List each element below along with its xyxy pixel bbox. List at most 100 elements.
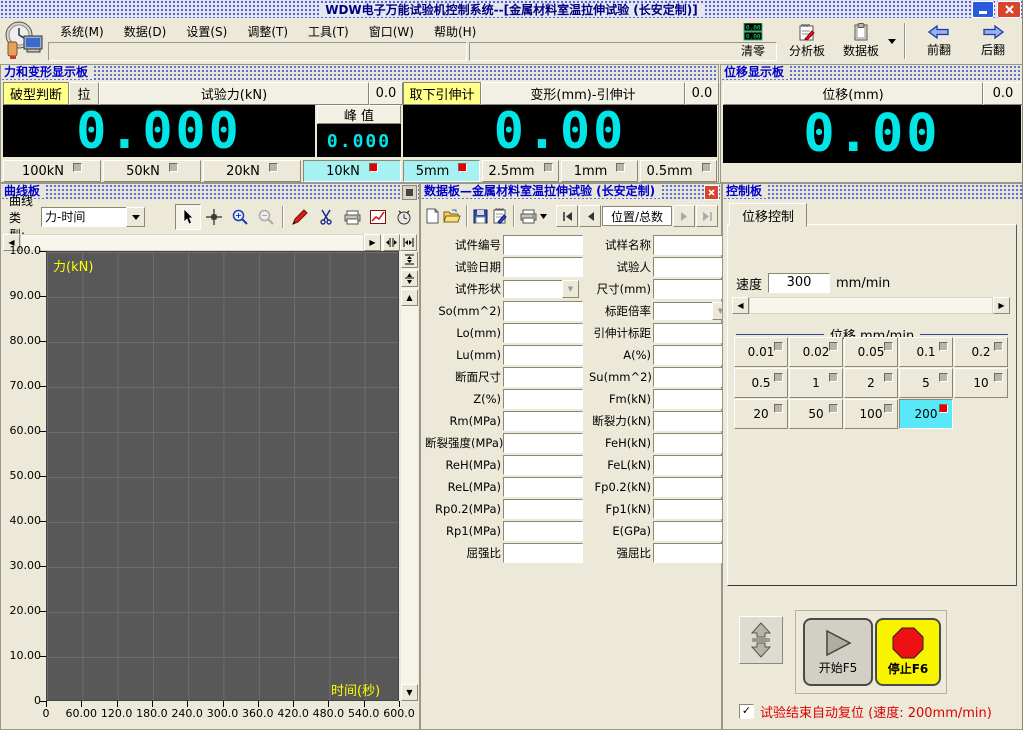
field-input-试验人[interactable] — [653, 257, 733, 277]
field-input-标距倍率-combo[interactable]: ▼ — [653, 302, 729, 320]
field-input-试样名称[interactable] — [653, 235, 733, 255]
curve-type-select[interactable]: 力-时间 — [41, 207, 145, 227]
print-button[interactable] — [520, 205, 537, 227]
speed-button-1[interactable]: 1 — [789, 368, 843, 398]
field-input-Rm(MPa)[interactable] — [503, 411, 583, 431]
speed-button-5[interactable]: 5 — [899, 368, 953, 398]
menu-item-3[interactable]: 调整(T) — [237, 21, 298, 40]
field-input-试件形状-combo[interactable]: ▼ — [503, 280, 579, 298]
page-back-button[interactable]: 前翻 — [912, 21, 966, 61]
chart-tool-button[interactable] — [365, 204, 391, 230]
menu-item-6[interactable]: 帮助(H) — [424, 21, 486, 40]
menu-item-4[interactable]: 工具(T) — [298, 21, 359, 40]
field-input-Lu(mm)[interactable] — [503, 345, 583, 365]
field-input-试验日期[interactable] — [503, 257, 583, 277]
speed-button-2[interactable]: 2 — [844, 368, 898, 398]
scroll-track[interactable] — [20, 234, 364, 251]
force-range-20kN[interactable]: 20kN — [203, 160, 301, 182]
clock-tool-button[interactable] — [391, 204, 417, 230]
expand-y-button[interactable] — [401, 270, 418, 287]
deform-range-5mm[interactable]: 5mm — [403, 160, 480, 182]
speed-button-200[interactable]: 200 — [899, 399, 953, 429]
compress-x-button[interactable] — [383, 234, 400, 251]
speed-scroll-right[interactable]: ▶ — [993, 297, 1010, 314]
zero-button[interactable]: 0.00 0.00 清零 — [726, 21, 780, 61]
field-input-Fp0.2(kN)[interactable] — [653, 477, 733, 497]
speed-button-0.05[interactable]: 0.05 — [844, 337, 898, 367]
field-input-So(mm^2)[interactable] — [503, 301, 583, 321]
save-button[interactable] — [473, 205, 490, 227]
field-input-引伸计标距[interactable] — [653, 323, 733, 343]
force-range-100kN[interactable]: 100kN — [3, 160, 101, 182]
save-notes-button[interactable] — [491, 205, 508, 227]
scroll-down-button[interactable]: ▼ — [401, 684, 418, 701]
new-record-button[interactable] — [424, 205, 441, 227]
menu-item-2[interactable]: 设置(S) — [176, 21, 237, 40]
next-record-button[interactable] — [673, 205, 695, 227]
deform-range-1mm[interactable]: 1mm — [561, 160, 638, 182]
data-panel-button[interactable]: 数据板 — [834, 21, 888, 61]
chevron-down-icon[interactable] — [126, 207, 145, 227]
first-record-button[interactable] — [556, 205, 578, 227]
field-input-断裂强度(MPa)[interactable] — [503, 433, 583, 453]
scroll-right-button[interactable]: ▶ — [364, 234, 381, 251]
field-input-屈强比[interactable] — [503, 543, 583, 563]
field-input-Rp1(MPa)[interactable] — [503, 521, 583, 541]
data-panel-dropdown[interactable] — [888, 21, 898, 61]
curve-panel-dock-button[interactable] — [402, 185, 417, 200]
field-input-尺寸(mm)[interactable] — [653, 279, 733, 299]
zoom-in-tool-button[interactable] — [227, 204, 253, 230]
scroll-up-button[interactable]: ▲ — [401, 289, 418, 306]
auto-reset-checkbox[interactable]: ✓ — [739, 704, 754, 719]
close-button[interactable] — [997, 1, 1021, 18]
menu-item-0[interactable]: 系统(M) — [50, 21, 114, 40]
scissors-tool-button[interactable] — [313, 204, 339, 230]
force-range-10kN[interactable]: 10kN — [303, 160, 401, 182]
menu-item-5[interactable]: 窗口(W) — [359, 21, 424, 40]
curve-hscrollbar[interactable]: ◀ ▶ — [3, 234, 417, 251]
field-input-强屈比[interactable] — [653, 543, 733, 563]
field-input-Su(mm^2)[interactable] — [653, 367, 733, 387]
pen-tool-button[interactable] — [287, 204, 313, 230]
field-input-E(GPa)[interactable] — [653, 521, 733, 541]
speed-button-100[interactable]: 100 — [844, 399, 898, 429]
start-button[interactable]: 开始F5 — [803, 618, 873, 686]
printer-tool-button[interactable] — [339, 204, 365, 230]
deform-range-2.5mm[interactable]: 2.5mm — [482, 160, 559, 182]
field-input-FeL(kN)[interactable] — [653, 455, 733, 475]
field-input-Rp0.2(MPa)[interactable] — [503, 499, 583, 519]
field-input-试件编号[interactable] — [503, 235, 583, 255]
force-range-50kN[interactable]: 50kN — [103, 160, 201, 182]
last-record-button[interactable] — [696, 205, 718, 227]
speed-scroll-track[interactable] — [749, 297, 993, 314]
speed-scrollbar[interactable]: ◀ ▶ — [732, 297, 1010, 314]
speed-button-0.02[interactable]: 0.02 — [789, 337, 843, 367]
speed-input[interactable]: 300 — [768, 273, 830, 293]
speed-scroll-left[interactable]: ◀ — [732, 297, 749, 314]
field-input-Fm(kN)[interactable] — [653, 389, 733, 409]
crosshair-tool-button[interactable] — [201, 204, 227, 230]
print-dropdown[interactable] — [539, 214, 548, 219]
deform-range-0.5mm[interactable]: 0.5mm — [640, 160, 717, 182]
chart-plot-area[interactable] — [46, 251, 399, 701]
field-input-断裂力(kN)[interactable] — [653, 411, 733, 431]
minimize-button[interactable] — [972, 1, 994, 18]
speed-button-10[interactable]: 10 — [954, 368, 1008, 398]
zoom-out-tool-button[interactable] — [253, 204, 279, 230]
cursor-tool-button[interactable] — [175, 204, 201, 230]
speed-button-0.5[interactable]: 0.5 — [734, 368, 788, 398]
field-input-Lo(mm)[interactable] — [503, 323, 583, 343]
jog-button[interactable] — [739, 616, 783, 664]
tab-displacement-control[interactable]: 位移控制 — [729, 203, 807, 227]
field-input-断面尺寸[interactable] — [503, 367, 583, 387]
stop-button[interactable]: 停止F6 — [875, 618, 941, 686]
field-input-ReH(MPa)[interactable] — [503, 455, 583, 475]
speed-button-50[interactable]: 50 — [789, 399, 843, 429]
field-input-ReL(MPa)[interactable] — [503, 477, 583, 497]
speed-button-0.01[interactable]: 0.01 — [734, 337, 788, 367]
speed-button-0.2[interactable]: 0.2 — [954, 337, 1008, 367]
compress-y-button[interactable] — [401, 251, 418, 268]
field-input-Fp1(kN)[interactable] — [653, 499, 733, 519]
menu-item-1[interactable]: 数据(D) — [114, 21, 177, 40]
analysis-panel-button[interactable]: 分析板 — [780, 21, 834, 61]
